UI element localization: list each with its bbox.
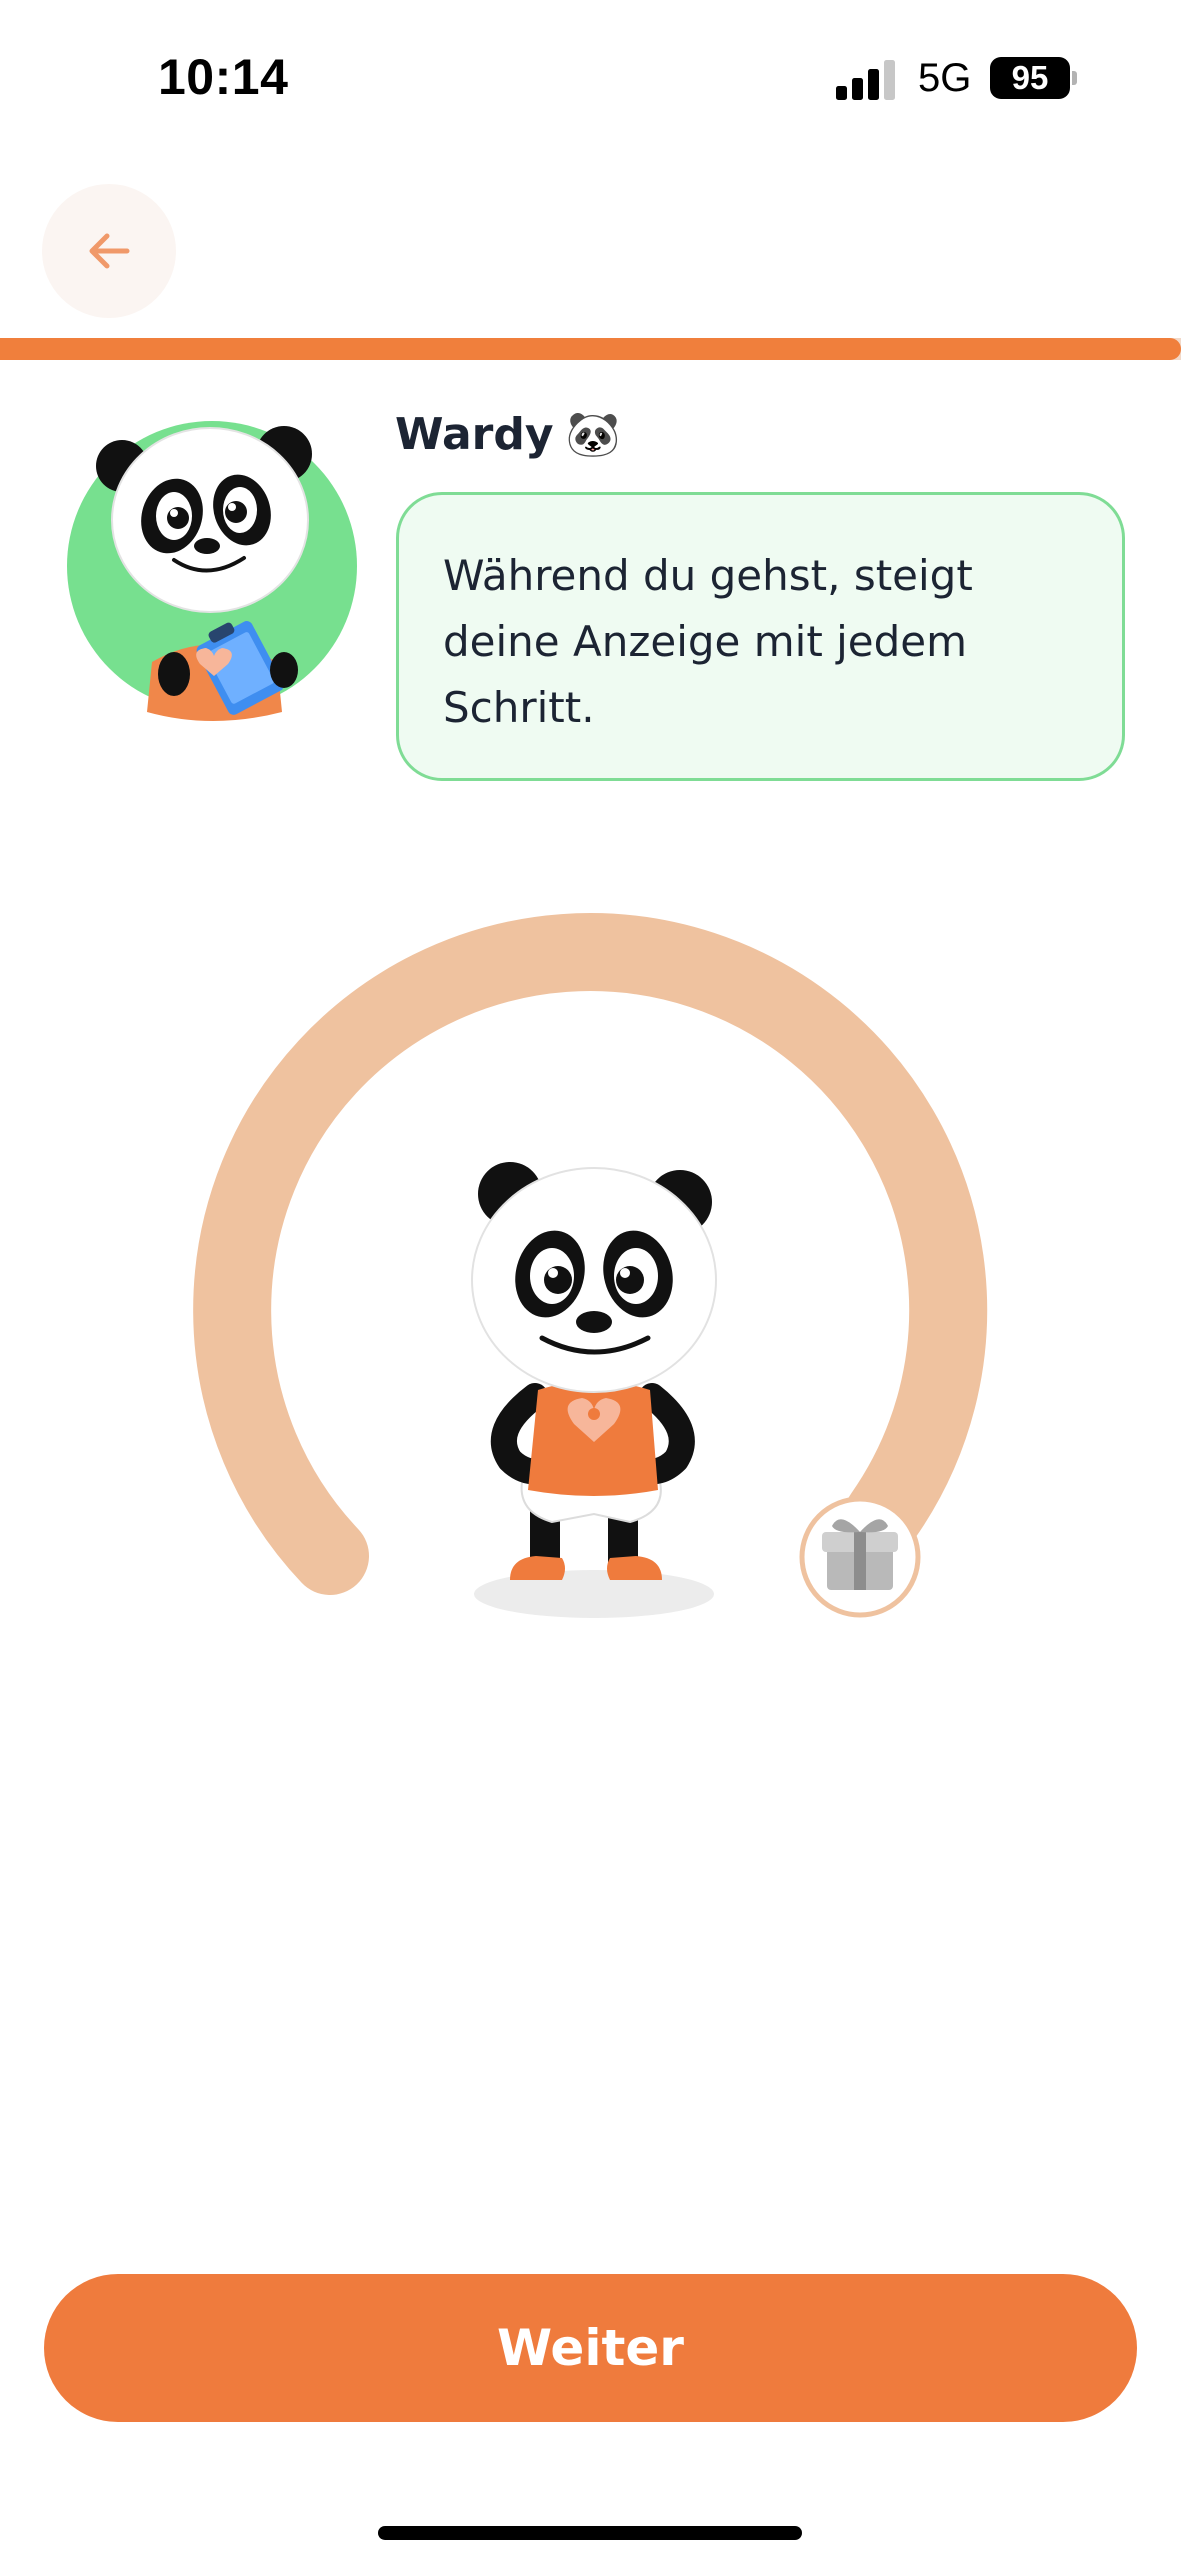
panda-mascot bbox=[471, 1162, 717, 1580]
progress-fill bbox=[0, 338, 1181, 360]
arrow-left-icon bbox=[89, 233, 130, 269]
speech-bubble: Während du gehst, steigt deine Anzeige m… bbox=[396, 492, 1125, 781]
panda-emoji: 🐼 bbox=[565, 409, 621, 460]
status-bar: 10:14 5G 95 bbox=[0, 0, 1181, 160]
speech-text: Während du gehst, steigt deine Anzeige m… bbox=[443, 551, 973, 732]
home-indicator bbox=[378, 2526, 802, 2540]
sender-name: Wardy bbox=[395, 408, 554, 460]
battery-level: 95 bbox=[1011, 59, 1049, 96]
battery-icon: 95 bbox=[990, 57, 1070, 99]
cellular-signal-icon bbox=[836, 60, 895, 100]
battery-tip bbox=[1072, 71, 1077, 85]
screen: 10:14 5G 95 Wardy 🐼 Während du gehst, st… bbox=[0, 0, 1181, 2560]
gift-icon bbox=[799, 1496, 921, 1618]
status-time: 10:14 bbox=[158, 49, 289, 105]
wardy-avatar bbox=[67, 421, 357, 721]
continue-button[interactable]: Weiter bbox=[44, 2274, 1137, 2422]
step-gauge bbox=[193, 913, 988, 1618]
network-label: 5G bbox=[918, 56, 972, 100]
back-button[interactable] bbox=[42, 184, 176, 318]
continue-button-label: Weiter bbox=[497, 2319, 684, 2377]
progress-bar bbox=[0, 338, 1181, 360]
sender-name-row: Wardy 🐼 bbox=[395, 408, 621, 461]
